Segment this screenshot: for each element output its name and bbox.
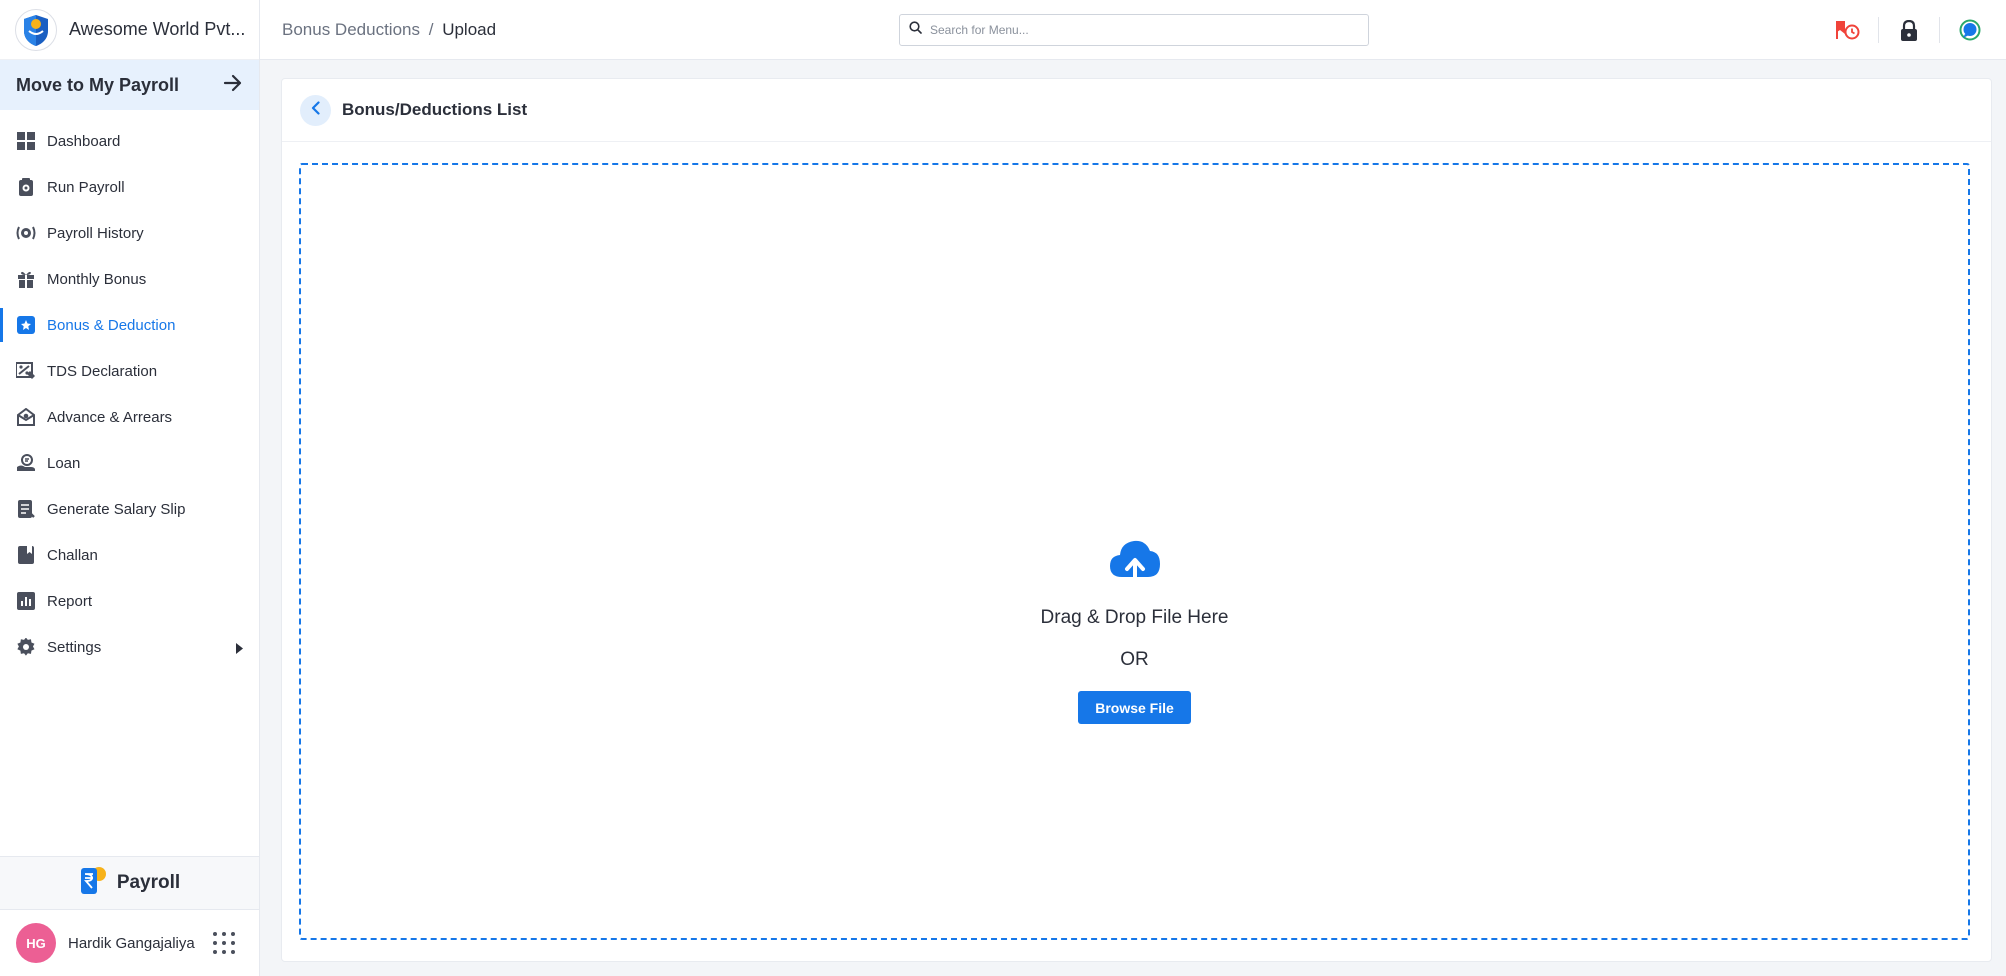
sidebar-item-monthly-bonus[interactable]: Monthly Bonus: [0, 256, 259, 302]
sidebar-item-label: Run Payroll: [47, 178, 125, 196]
cloud-upload-icon: [1108, 537, 1162, 587]
arrow-right-icon: [223, 74, 243, 97]
product-name: Payroll: [116, 872, 181, 893]
bonus-deduction-icon: [16, 315, 36, 335]
back-button[interactable]: [300, 94, 331, 126]
breadcrumb-separator: /: [428, 20, 434, 39]
move-to-my-payroll-button[interactable]: Move to My Payroll: [0, 60, 259, 110]
sidebar-item-dashboard[interactable]: Dashboard: [0, 118, 259, 164]
run-payroll-icon: [16, 177, 36, 197]
sidebar-item-run-payroll[interactable]: Run Payroll: [0, 164, 259, 210]
payroll-history-icon: [16, 223, 36, 243]
user-profile[interactable]: HG Hardik Gangajaliya: [0, 910, 259, 976]
sidebar-item-label: Generate Salary Slip: [47, 500, 186, 518]
dashboard-icon: [16, 131, 36, 151]
sidebar-item-label: Advance & Arrears: [47, 408, 173, 426]
sidebar-item-settings[interactable]: Settings: [0, 624, 259, 670]
sidebar-item-report[interactable]: Report: [0, 578, 259, 624]
product-switcher[interactable]: Payroll: [0, 856, 259, 910]
payroll-logo-icon: [79, 866, 107, 901]
report-icon: [16, 591, 36, 611]
sidebar-item-label: Monthly Bonus: [47, 270, 147, 288]
tds-declaration-icon: [16, 361, 36, 381]
chevron-left-icon: [311, 100, 320, 120]
sidebar-item-label: Dashboard: [47, 132, 121, 150]
sidebar-item-advance-arrears[interactable]: Advance & Arrears: [0, 394, 259, 440]
sidebar: Awesome World Pvt... Move to My Payroll …: [0, 0, 260, 976]
gear-icon: [16, 637, 36, 657]
top-header: Bonus Deductions / Upload: [260, 0, 2006, 60]
sidebar-footer: Payroll HG Hardik Gangajaliya: [0, 856, 259, 976]
sidebar-item-label: Loan: [47, 454, 81, 472]
sidebar-item-loan[interactable]: Loan: [0, 440, 259, 486]
apps-grid-icon[interactable]: [212, 932, 235, 954]
company-brand[interactable]: Awesome World Pvt...: [0, 0, 259, 60]
salary-slip-icon: [16, 499, 36, 519]
sidebar-item-label: Bonus & Deduction: [47, 316, 176, 334]
header-divider: [1939, 17, 1940, 43]
dropzone-or: OR: [1120, 649, 1149, 670]
sidebar-item-label: Settings: [47, 638, 102, 656]
file-dropzone[interactable]: Drag & Drop File Here OR Browse File: [299, 163, 1970, 940]
loan-icon: [16, 453, 36, 473]
lock-icon[interactable]: [1893, 14, 1925, 46]
search-icon: [909, 21, 922, 39]
user-name: Hardik Gangajaliya: [68, 934, 195, 952]
sidebar-item-tds-declaration[interactable]: TDS Declaration: [0, 348, 259, 394]
chat-icon[interactable]: [1954, 14, 1986, 46]
punch-clock-icon[interactable]: [1832, 14, 1864, 46]
caret-right-icon: [236, 641, 243, 658]
sidebar-item-generate-salary-slip[interactable]: Generate Salary Slip: [0, 486, 259, 532]
company-name: Awesome World Pvt...: [69, 19, 246, 39]
sidebar-item-label: Challan: [47, 546, 98, 564]
sidebar-item-label: TDS Declaration: [47, 362, 158, 380]
gift-icon: [16, 269, 36, 289]
avatar[interactable]: HG: [16, 923, 56, 963]
sidebar-item-payroll-history[interactable]: Payroll History: [0, 210, 259, 256]
advance-arrears-icon: [16, 407, 36, 427]
sidebar-item-label: Report: [47, 592, 93, 610]
sidebar-item-challan[interactable]: Challan: [0, 532, 259, 578]
sidebar-item-label: Payroll History: [47, 224, 144, 242]
upload-card: Bonus/Deductions List Drag & Drop File H…: [281, 78, 1992, 962]
dropzone-text: Drag & Drop File Here: [1040, 607, 1229, 628]
breadcrumb-parent[interactable]: Bonus Deductions: [282, 20, 420, 39]
breadcrumb: Bonus Deductions / Upload: [282, 20, 496, 40]
menu-search[interactable]: [899, 14, 1369, 46]
browse-file-button[interactable]: Browse File: [1078, 691, 1191, 724]
search-input[interactable]: [930, 23, 1350, 37]
company-logo: [15, 8, 57, 51]
move-to-my-payroll-label: Move to My Payroll: [16, 74, 180, 95]
header-actions: [1832, 14, 1986, 46]
header-divider: [1878, 17, 1879, 43]
breadcrumb-current: Upload: [442, 20, 497, 39]
sidebar-item-bonus-deduction[interactable]: Bonus & Deduction: [0, 302, 259, 348]
challan-icon: [16, 545, 36, 565]
sidebar-menu: Dashboard Run Payroll Payroll History Mo…: [0, 110, 259, 670]
card-header: Bonus/Deductions List: [282, 79, 1991, 142]
page-title: Bonus/Deductions List: [342, 100, 528, 119]
